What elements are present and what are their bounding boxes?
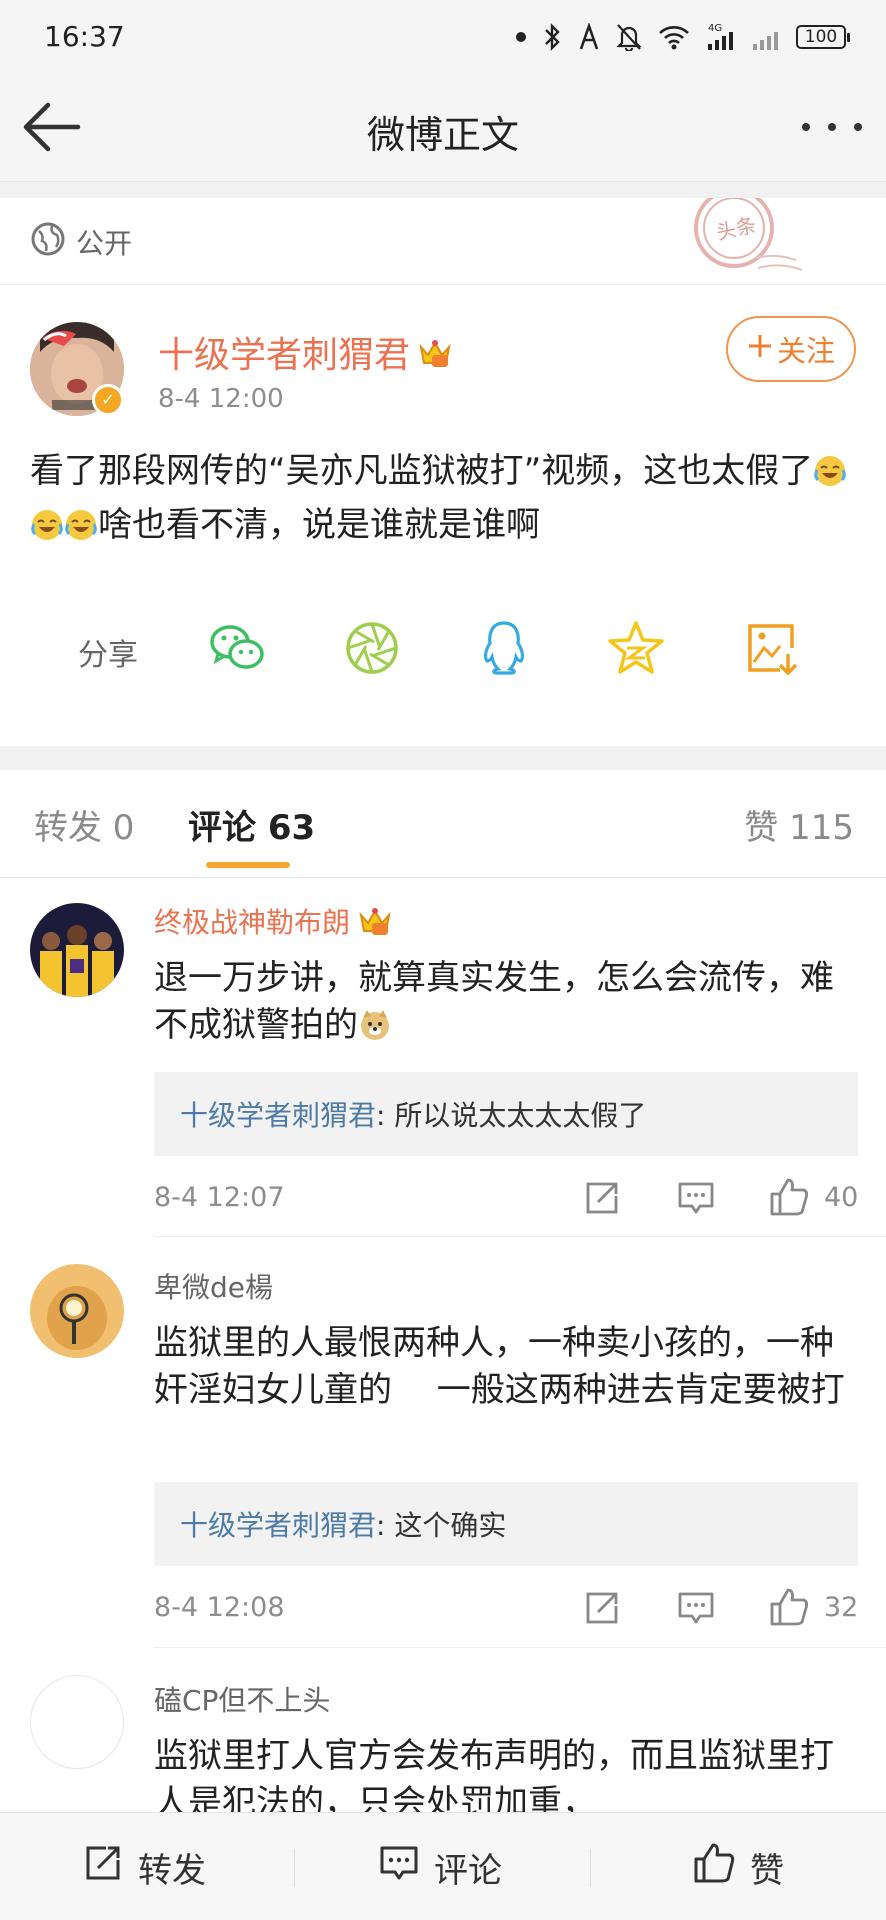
laugh-cry-emoji-icon (64, 504, 98, 540)
author-name-text[interactable]: 十级学者刺猬君 (158, 335, 410, 376)
interaction-tabs: 转发 0 评论 63 赞 115 (0, 770, 886, 878)
qq-icon[interactable] (474, 618, 534, 678)
post-text-part2: 啥也看不清，说是谁就是谁啊 (98, 505, 540, 545)
doge-emoji-icon (358, 1008, 392, 1042)
repost-comment-icon[interactable] (582, 1178, 622, 1218)
post-timestamp: 8-4 12:00 (158, 384, 284, 414)
laugh-cry-emoji-icon (813, 450, 847, 486)
globe-icon (30, 221, 66, 264)
like-label: 赞 (750, 1850, 784, 1891)
status-icons: 4G 100 (516, 20, 850, 54)
page-title: 微博正文 (366, 113, 519, 157)
reply-author[interactable]: 十级学者刺猬君 (180, 1504, 376, 1544)
commenter-name[interactable]: 磕CP但不上头 (154, 1679, 330, 1719)
mute-bell-icon (616, 23, 642, 51)
reply-comment-icon[interactable] (676, 1178, 716, 1218)
vip-crown-icon (418, 337, 452, 378)
notification-dot-icon (516, 32, 526, 42)
reply-text: : 所以说太太太太假了 (376, 1099, 647, 1132)
reply-author[interactable]: 十级学者刺猬君 (180, 1094, 376, 1134)
headline-stamp-icon: 头条 (676, 188, 808, 298)
commenter-avatar[interactable] (30, 903, 124, 997)
repost-button[interactable]: 转发 (82, 1813, 206, 1920)
vip-crown-icon (358, 905, 392, 944)
svg-text:头条: 头条 (714, 213, 758, 245)
comment-text: 退一万步讲，就算真实发生，怎么会流传，难不成狱警拍的 (154, 955, 862, 1049)
like-thumb-icon[interactable] (768, 1586, 809, 1626)
share-row: 分享 (0, 608, 886, 688)
share-label: 分享 (78, 638, 138, 673)
comment-item: 卑微de楊 监狱里的人最恨两种人，一种卖小孩的，一种奸淫妇女儿童的 一般这两种进… (0, 1238, 886, 1648)
comment-like-count: 32 (824, 1592, 859, 1623)
author-reply-box[interactable]: 十级学者刺猬君: 这个确实 (154, 1482, 858, 1566)
tab-likes[interactable]: 赞 115 (744, 800, 854, 849)
tab-comments[interactable]: 评论 63 (188, 800, 315, 849)
follow-label: 关注 (776, 334, 835, 368)
visibility-label: 公开 (76, 227, 133, 260)
comment-text-content: 退一万步讲，就算真实发生，怎么会流传，难不成狱警拍的 (154, 958, 834, 1045)
moments-icon[interactable] (342, 618, 402, 678)
reply-text: : 这个确实 (376, 1509, 507, 1542)
follow-button[interactable]: 关注 (726, 316, 856, 382)
laugh-cry-emoji-icon (30, 504, 64, 540)
svg-text:4G: 4G (708, 23, 722, 34)
bottom-action-bar: 转发 评论 赞 (0, 1812, 886, 1920)
status-time: 16:37 (44, 20, 125, 53)
nav-bar: 微博正文 (0, 72, 886, 182)
divider (154, 1647, 886, 1648)
divider (154, 1236, 886, 1237)
active-tab-indicator (206, 862, 290, 868)
comment-button[interactable]: 评论 (378, 1813, 502, 1920)
reply-comment-icon[interactable] (676, 1588, 716, 1628)
visibility-indicator: 公开 (30, 218, 132, 266)
author-name[interactable]: 十级学者刺猬君 (158, 326, 452, 378)
plus-icon (747, 332, 773, 366)
comment-item: 终极战神勒布朗 退一万步讲，就算真实发生，怎么会流传，难不成狱警拍的 十级学者刺… (0, 879, 886, 1237)
signal-secondary-icon (752, 22, 780, 52)
comment-timestamp: 8-4 12:08 (154, 1592, 285, 1623)
commenter-name[interactable]: 终极战神勒布朗 (154, 901, 392, 944)
like-thumb-icon[interactable] (768, 1176, 809, 1216)
post-text-part1: 看了那段网传的“吴亦凡监狱被打”视频，这也太假了 (30, 451, 814, 491)
commenter-name-text[interactable]: 终极战神勒布朗 (154, 906, 350, 939)
battery-icon: 100 (796, 25, 850, 49)
section-gap (0, 746, 886, 770)
repost-label: 转发 (138, 1850, 206, 1891)
section-gap (0, 182, 886, 198)
bluetooth-icon (542, 22, 562, 52)
wifi-icon (658, 24, 690, 50)
signal-4g-icon: 4G (706, 22, 736, 52)
author-reply-box[interactable]: 十级学者刺猬君: 所以说太太太太假了 (154, 1072, 858, 1156)
save-image-icon[interactable] (742, 618, 802, 678)
tab-repost[interactable]: 转发 0 (34, 800, 134, 849)
comment-icon (378, 1842, 420, 1893)
qzone-icon[interactable] (606, 618, 666, 678)
like-thumb-icon (692, 1841, 736, 1894)
divider (0, 284, 886, 285)
divider (590, 1849, 591, 1887)
post-body: 看了那段网传的“吴亦凡监狱被打”视频，这也太假了啥也看不清，说是谁就是谁啊 (30, 444, 860, 552)
divider (294, 1849, 295, 1887)
repost-comment-icon[interactable] (582, 1588, 622, 1628)
commenter-avatar[interactable] (30, 1264, 124, 1358)
more-options-icon[interactable] (802, 110, 862, 144)
wechat-icon[interactable] (208, 618, 268, 678)
comment-text: 监狱里打人官方会发布声明的，而且监狱里打人是犯法的，只会处罚加重， (154, 1736, 834, 1812)
status-bar: 16:37 4G 100 (0, 0, 886, 72)
comment-like-count: 40 (824, 1182, 859, 1213)
verified-badge-icon: ✓ (92, 384, 124, 416)
commenter-avatar[interactable] (30, 1675, 124, 1769)
like-button[interactable]: 赞 (692, 1813, 784, 1920)
post-card: 公开 头条 ✓ 十级学者刺猬君 8-4 12:00 关注 看了那段网传的“吴亦凡… (0, 188, 886, 746)
comment-item: 磕CP但不上头 监狱里打人官方会发布声明的，而且监狱里打人是犯法的，只会处罚加重… (0, 1649, 886, 1812)
repost-icon (82, 1842, 124, 1893)
nfc-icon (578, 23, 600, 51)
commenter-name[interactable]: 卑微de楊 (154, 1266, 273, 1306)
comment-label: 评论 (434, 1850, 502, 1891)
comment-timestamp: 8-4 12:07 (154, 1182, 285, 1213)
comment-text: 监狱里的人最恨两种人，一种卖小孩的，一种奸淫妇女儿童的 一般这两种进去肯定要被打 (154, 1323, 845, 1410)
